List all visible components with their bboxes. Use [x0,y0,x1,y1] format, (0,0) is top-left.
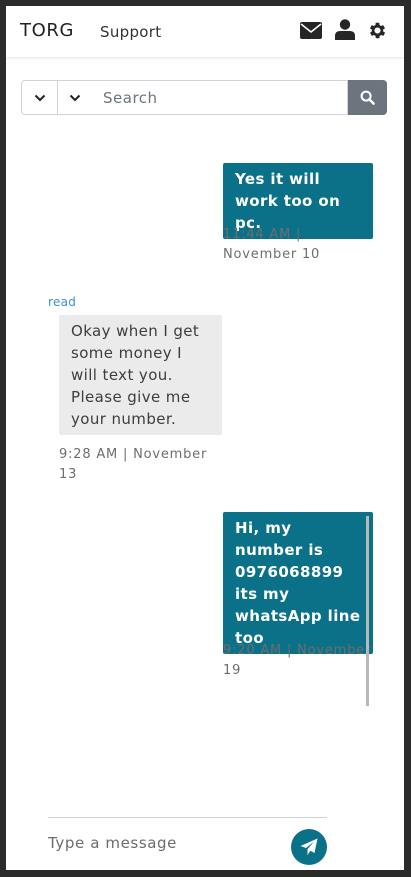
user-icon[interactable] [335,19,355,44]
search-button[interactable] [348,80,387,115]
message-time: 11:44 AM | [223,227,302,242]
chevron-down-icon [69,94,81,101]
message-timestamp: 11:44 AM | November 10 [223,225,373,265]
support-link[interactable]: Support [100,23,161,41]
top-navbar: TORG Support [6,6,404,57]
message-time: 9:28 AM | November [59,447,208,462]
message-date: 13 [59,467,78,482]
search-icon [360,90,375,105]
filter-select-1[interactable] [21,80,58,115]
paper-plane-icon [300,838,318,855]
message-bubble-incoming: Okay when I get some money I will text y… [59,315,222,435]
search-input[interactable] [92,80,348,115]
message-timestamp: 9:20 AM | November 19 [223,641,383,681]
envelope-icon[interactable] [300,22,322,43]
message-date: 19 [223,663,242,678]
brand-logo[interactable]: TORG [20,20,74,41]
messages-scrollbar[interactable] [366,516,369,706]
send-button[interactable] [291,829,327,865]
composer-divider [48,817,327,818]
message-time: 9:20 AM | November [223,643,372,658]
message-input[interactable] [48,829,278,857]
chat-window: TORG Support Search Yes it will work too… [6,6,404,870]
chevron-down-icon [34,94,45,101]
message-timestamp: 9:28 AM | November 13 [59,445,219,485]
message-date: November 10 [223,247,321,262]
filter-select-2[interactable] [57,80,93,115]
gear-icon[interactable] [367,20,388,45]
read-status: read [48,295,77,309]
message-bubble-outgoing: Hi, my number is 0976068899 its my whats… [223,512,373,654]
